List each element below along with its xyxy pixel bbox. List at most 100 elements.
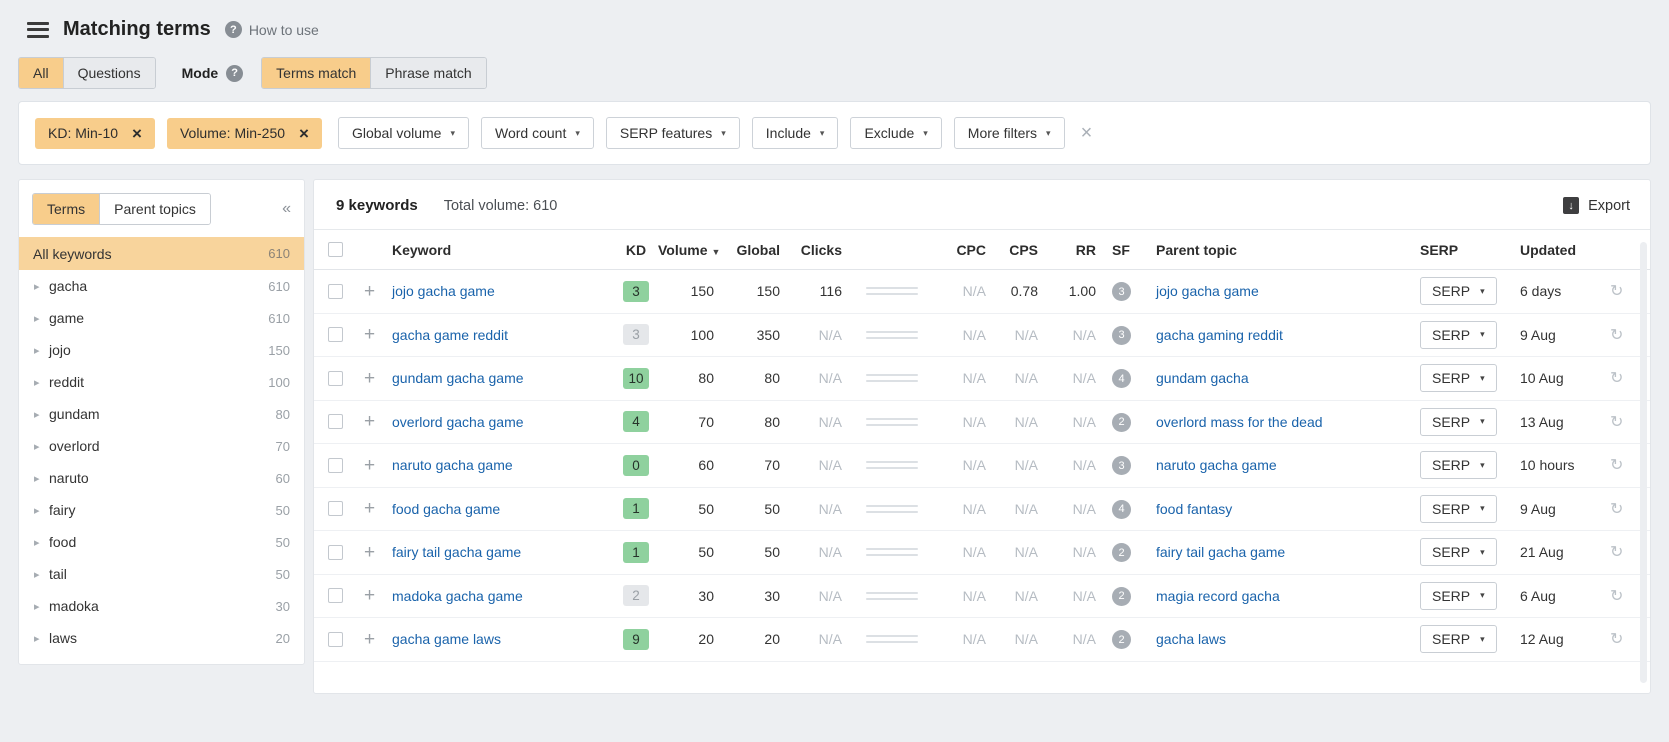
- parent-topic-link[interactable]: overlord mass for the dead: [1156, 414, 1323, 430]
- keyword-link[interactable]: food gacha game: [392, 501, 500, 517]
- row-checkbox[interactable]: [328, 501, 343, 516]
- expand-arrow-icon[interactable]: ▸: [34, 504, 49, 517]
- refresh-icon[interactable]: ↻: [1610, 327, 1623, 344]
- parent-topic-link[interactable]: gacha laws: [1156, 631, 1226, 647]
- keyword-link[interactable]: fairy tail gacha game: [392, 544, 521, 560]
- filter-chip[interactable]: KD: Min-10 ×: [35, 118, 155, 149]
- export-button[interactable]: ↓ Export: [1563, 197, 1630, 214]
- add-to-list-icon[interactable]: +: [364, 542, 375, 563]
- refresh-icon[interactable]: ↻: [1610, 588, 1623, 605]
- row-checkbox[interactable]: [328, 327, 343, 342]
- mode-help-icon[interactable]: ?: [226, 65, 243, 82]
- refresh-icon[interactable]: ↻: [1610, 283, 1623, 300]
- row-checkbox[interactable]: [328, 632, 343, 647]
- add-to-list-icon[interactable]: +: [364, 629, 375, 650]
- filter-dropdown-button[interactable]: Word count ▾: [481, 117, 594, 149]
- keyword-link[interactable]: gacha game laws: [392, 631, 501, 647]
- sidebar-term-item[interactable]: ▸ fairy 50: [19, 494, 304, 526]
- column-header-cpc[interactable]: CPC: [944, 242, 1002, 258]
- serp-button[interactable]: SERP ▾: [1420, 625, 1497, 653]
- column-header-keyword[interactable]: Keyword: [392, 242, 614, 258]
- keyword-link[interactable]: madoka gacha game: [392, 588, 523, 604]
- expand-arrow-icon[interactable]: ▸: [34, 632, 49, 645]
- refresh-icon[interactable]: ↻: [1610, 544, 1623, 561]
- parent-topic-link[interactable]: food fantasy: [1156, 501, 1232, 517]
- sidebar-term-item[interactable]: ▸ overlord 70: [19, 430, 304, 462]
- serp-button[interactable]: SERP ▾: [1420, 321, 1497, 349]
- clear-all-filters-icon[interactable]: ×: [1081, 122, 1093, 145]
- parent-topic-link[interactable]: jojo gacha game: [1156, 283, 1259, 299]
- expand-arrow-icon[interactable]: ▸: [34, 408, 49, 421]
- row-checkbox[interactable]: [328, 545, 343, 560]
- sidebar-term-item[interactable]: ▸ tail 50: [19, 558, 304, 590]
- column-header-kd[interactable]: KD: [614, 242, 658, 258]
- serp-button[interactable]: SERP ▾: [1420, 538, 1497, 566]
- expand-arrow-icon[interactable]: ▸: [34, 280, 49, 293]
- sidebar-term-item[interactable]: ▸ reddit 100: [19, 366, 304, 398]
- sidebar-term-item[interactable]: ▸ madoka 30: [19, 590, 304, 622]
- serp-button[interactable]: SERP ▾: [1420, 582, 1497, 610]
- add-to-list-icon[interactable]: +: [364, 324, 375, 345]
- mode-tab[interactable]: Terms match: [262, 58, 371, 88]
- refresh-icon[interactable]: ↻: [1610, 457, 1623, 474]
- add-to-list-icon[interactable]: +: [364, 455, 375, 476]
- refresh-icon[interactable]: ↻: [1610, 631, 1623, 648]
- add-to-list-icon[interactable]: +: [364, 281, 375, 302]
- sidebar-term-item[interactable]: ▸ naruto 60: [19, 462, 304, 494]
- column-header-rr[interactable]: RR: [1054, 242, 1112, 258]
- sidebar-term-item[interactable]: ▸ food 50: [19, 526, 304, 558]
- column-header-volume[interactable]: Volume▼: [658, 242, 730, 258]
- keyword-link[interactable]: gacha game reddit: [392, 327, 508, 343]
- mode-tab[interactable]: Phrase match: [371, 58, 485, 88]
- serp-button[interactable]: SERP ▾: [1420, 277, 1497, 305]
- column-header-parent-topic[interactable]: Parent topic: [1156, 242, 1420, 258]
- filter-dropdown-button[interactable]: Exclude ▾: [850, 117, 941, 149]
- add-to-list-icon[interactable]: +: [364, 498, 375, 519]
- row-checkbox[interactable]: [328, 284, 343, 299]
- keyword-link[interactable]: naruto gacha game: [392, 457, 513, 473]
- remove-filter-icon[interactable]: ×: [299, 125, 309, 142]
- parent-topic-link[interactable]: gacha gaming reddit: [1156, 327, 1283, 343]
- column-header-sf[interactable]: SF: [1112, 242, 1156, 258]
- vertical-scrollbar[interactable]: [1640, 242, 1647, 683]
- scope-tab[interactable]: Questions: [64, 58, 155, 88]
- serp-button[interactable]: SERP ▾: [1420, 495, 1497, 523]
- sidebar-tab[interactable]: Parent topics: [100, 194, 210, 224]
- expand-arrow-icon[interactable]: ▸: [34, 440, 49, 453]
- keyword-link[interactable]: gundam gacha game: [392, 370, 524, 386]
- parent-topic-link[interactable]: gundam gacha: [1156, 370, 1249, 386]
- sidebar-term-item[interactable]: ▸ gundam 80: [19, 398, 304, 430]
- refresh-icon[interactable]: ↻: [1610, 370, 1623, 387]
- column-header-clicks[interactable]: Clicks: [796, 242, 858, 258]
- row-checkbox[interactable]: [328, 371, 343, 386]
- column-header-global[interactable]: Global: [730, 242, 796, 258]
- scope-tab[interactable]: All: [19, 58, 64, 88]
- add-to-list-icon[interactable]: +: [364, 368, 375, 389]
- parent-topic-link[interactable]: magia record gacha: [1156, 588, 1280, 604]
- keyword-link[interactable]: overlord gacha game: [392, 414, 524, 430]
- filter-dropdown-button[interactable]: Global volume ▾: [338, 117, 469, 149]
- filter-dropdown-button[interactable]: More filters ▾: [954, 117, 1065, 149]
- keyword-link[interactable]: jojo gacha game: [392, 283, 495, 299]
- serp-button[interactable]: SERP ▾: [1420, 451, 1497, 479]
- add-to-list-icon[interactable]: +: [364, 411, 375, 432]
- expand-arrow-icon[interactable]: ▸: [34, 376, 49, 389]
- sidebar-item-all-keywords[interactable]: All keywords 610: [19, 237, 304, 270]
- column-header-cps[interactable]: CPS: [1002, 242, 1054, 258]
- expand-arrow-icon[interactable]: ▸: [34, 568, 49, 581]
- row-checkbox[interactable]: [328, 458, 343, 473]
- expand-arrow-icon[interactable]: ▸: [34, 600, 49, 613]
- sidebar-term-item[interactable]: ▸ laws 20: [19, 622, 304, 654]
- refresh-icon[interactable]: ↻: [1610, 414, 1623, 431]
- filter-dropdown-button[interactable]: SERP features ▾: [606, 117, 740, 149]
- add-to-list-icon[interactable]: +: [364, 585, 375, 606]
- remove-filter-icon[interactable]: ×: [132, 125, 142, 142]
- how-to-use-link[interactable]: ? How to use: [225, 21, 319, 38]
- serp-button[interactable]: SERP ▾: [1420, 364, 1497, 392]
- sidebar-term-item[interactable]: ▸ gacha 610: [19, 270, 304, 302]
- filter-dropdown-button[interactable]: Include ▾: [752, 117, 839, 149]
- row-checkbox[interactable]: [328, 588, 343, 603]
- expand-arrow-icon[interactable]: ▸: [34, 344, 49, 357]
- expand-arrow-icon[interactable]: ▸: [34, 536, 49, 549]
- row-checkbox[interactable]: [328, 414, 343, 429]
